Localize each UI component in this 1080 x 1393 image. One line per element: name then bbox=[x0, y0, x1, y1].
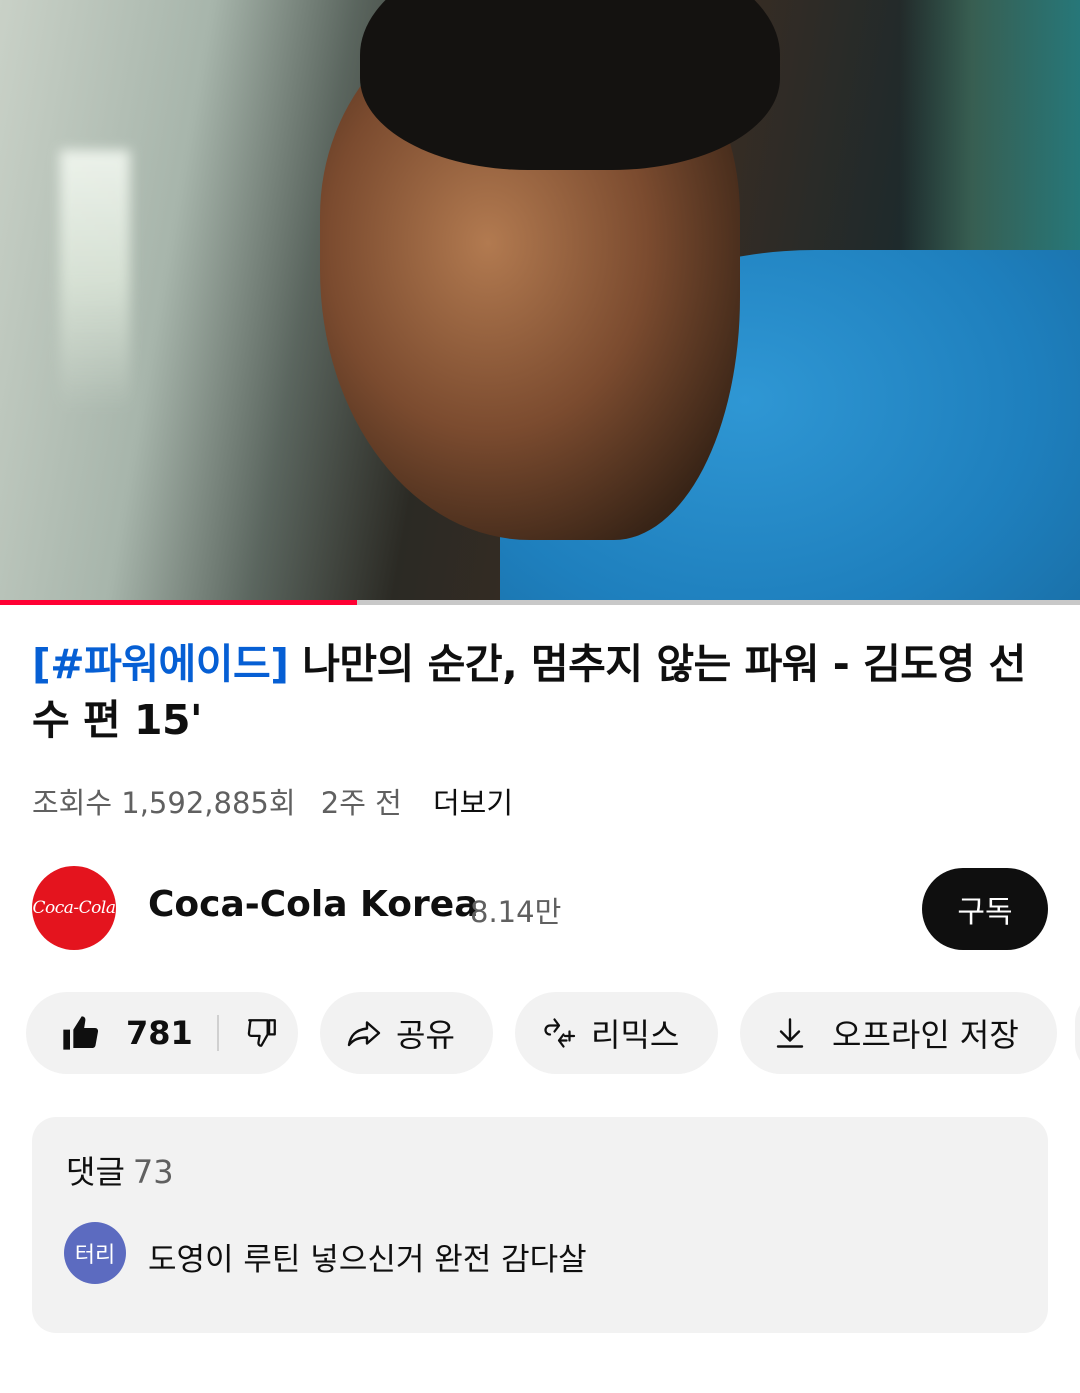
dislike-icon[interactable] bbox=[245, 1016, 279, 1050]
hashtag-link[interactable]: [#파워에이드] bbox=[32, 640, 289, 688]
more-actions-button[interactable] bbox=[1075, 992, 1080, 1074]
remix-label: 리믹스 bbox=[591, 1016, 680, 1054]
channel-name[interactable]: Coca-Cola Korea bbox=[148, 884, 479, 925]
view-count: 조회수 1,592,885회 bbox=[32, 786, 296, 820]
upload-age: 2주 전 bbox=[320, 786, 402, 820]
video-title[interactable]: [#파워에이드] 나만의 순간, 멈추지 않는 파워 - 김도영 선수 편 15… bbox=[32, 636, 1042, 748]
download-button[interactable]: 오프라인 저장 bbox=[740, 992, 1057, 1074]
download-label: 오프라인 저장 bbox=[832, 1016, 1019, 1054]
top-comment-text: 도영이 루틴 넣으신거 완전 감다살 bbox=[148, 1242, 587, 1278]
video-frame-hair bbox=[360, 0, 780, 170]
comment-count: 73 bbox=[132, 1153, 174, 1191]
like-dislike-group: 781 bbox=[26, 992, 298, 1074]
comments-label: 댓글 bbox=[66, 1153, 125, 1191]
channel-avatar[interactable]: Coca-Cola bbox=[32, 866, 116, 950]
like-divider bbox=[216, 1015, 219, 1051]
remix-icon bbox=[544, 1018, 576, 1048]
subscriber-count: 8.14만 bbox=[470, 895, 562, 929]
share-button[interactable]: 공유 bbox=[320, 992, 493, 1074]
share-label: 공유 bbox=[396, 1016, 455, 1054]
video-progress-fill bbox=[0, 600, 358, 605]
commenter-avatar: 터리 bbox=[64, 1222, 126, 1284]
channel-logo-text: Coca-Cola bbox=[32, 898, 116, 918]
download-icon bbox=[776, 1018, 804, 1048]
video-meta[interactable]: 조회수 1,592,885회 2주 전 더보기 bbox=[32, 780, 529, 822]
more-link[interactable]: 더보기 bbox=[433, 786, 513, 820]
video-progress-bar[interactable] bbox=[0, 600, 1080, 605]
video-player[interactable] bbox=[0, 0, 1080, 602]
subscribe-button[interactable]: 구독 bbox=[922, 868, 1048, 950]
like-icon[interactable] bbox=[60, 1013, 100, 1053]
like-count[interactable]: 781 bbox=[126, 1014, 193, 1052]
comments-panel[interactable]: 댓글 73 터리 도영이 루틴 넣으신거 완전 감다살 bbox=[32, 1117, 1048, 1333]
comments-header: 댓글 73 bbox=[66, 1147, 174, 1193]
remix-button[interactable]: 리믹스 bbox=[515, 992, 718, 1074]
share-icon bbox=[347, 1021, 381, 1047]
video-frame-light bbox=[60, 150, 130, 410]
